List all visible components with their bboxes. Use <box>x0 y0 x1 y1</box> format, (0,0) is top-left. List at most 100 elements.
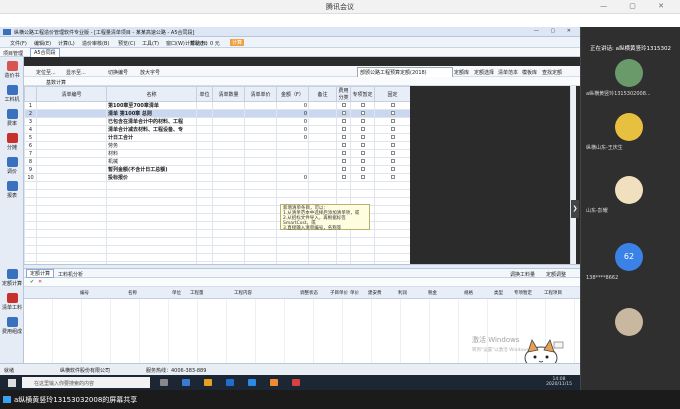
col-header-code[interactable]: 清单编号 <box>36 86 107 102</box>
task-view-icon[interactable] <box>160 379 168 386</box>
row-qty[interactable] <box>212 157 245 166</box>
quota-lib-button[interactable]: 定额库 <box>454 69 469 76</box>
col-header-unit[interactable]: 单位 <box>196 86 213 102</box>
col-header-remark[interactable]: 备注 <box>308 86 337 102</box>
row-price[interactable] <box>244 101 277 110</box>
row-code[interactable] <box>36 117 107 126</box>
row-name[interactable]: 计日工合计 <box>106 133 197 142</box>
row-code[interactable] <box>36 149 107 158</box>
row-name[interactable]: 暂列金额(不含计日工总额) <box>106 165 197 174</box>
sidebar-item-rate[interactable]: 费率 <box>1 107 23 131</box>
explorer-icon[interactable] <box>204 379 212 386</box>
menu-window[interactable]: 窗口(W) <box>166 40 185 47</box>
row-cost-type-checkbox[interactable] <box>336 125 351 134</box>
sidebar-item-allocate[interactable]: 分摊 <box>1 131 23 155</box>
row-name[interactable]: 劳务 <box>106 141 197 150</box>
col-header-fixed[interactable]: 固定 <box>374 86 410 102</box>
table-row[interactable]: 3 已包含在清单合计中的材料、工程 0 <box>24 117 410 126</box>
row-qty[interactable] <box>212 133 245 142</box>
zongheng-taskbar-icon[interactable] <box>292 379 300 386</box>
participant-tile[interactable] <box>580 302 680 346</box>
row-number[interactable]: 4 <box>24 125 37 134</box>
table-row[interactable]: 5 计日工合计 0 <box>24 133 410 142</box>
row-name[interactable]: 投标报价 <box>106 173 197 182</box>
row-name[interactable]: 第100章至700章清单 <box>106 101 197 110</box>
row-price[interactable] <box>244 117 277 126</box>
row-number[interactable]: 10 <box>24 173 37 182</box>
confirm-icon[interactable]: ✔ <box>30 279 34 285</box>
col-header-special[interactable]: 专项暂定 <box>350 86 375 102</box>
row-cost-type-checkbox[interactable] <box>336 109 351 118</box>
row-amount[interactable]: 0 <box>276 117 309 126</box>
edge-icon[interactable] <box>182 379 190 386</box>
row-number[interactable]: 6 <box>24 141 37 150</box>
row-unit[interactable] <box>196 149 213 158</box>
table-row[interactable]: 9 暂列金额(不含计日工总额) <box>24 165 410 174</box>
row-unit[interactable] <box>196 117 213 126</box>
row-special-checkbox[interactable] <box>350 149 375 158</box>
row-number[interactable]: 7 <box>24 149 37 158</box>
template-lib-button[interactable]: 模板库 <box>522 69 537 76</box>
row-number[interactable]: 8 <box>24 157 37 166</box>
row-qty[interactable] <box>212 149 245 158</box>
row-unit[interactable] <box>196 173 213 182</box>
row-price[interactable] <box>244 141 277 150</box>
participant-tile[interactable]: a纵横黄竖玲1315302008... <box>580 53 680 97</box>
row-code[interactable] <box>36 109 107 118</box>
row-name[interactable]: 已包含在清单合计中的材料、工程 <box>106 117 197 126</box>
row-cost-type-checkbox[interactable] <box>336 173 351 182</box>
table-row[interactable]: 2 清单 第100章 总则 0 <box>24 109 410 118</box>
row-number[interactable]: 5 <box>24 133 37 142</box>
start-icon[interactable] <box>8 379 16 387</box>
menu-preview[interactable]: 预览(C) <box>118 40 135 47</box>
menu-file[interactable]: 文件(F) <box>10 40 27 47</box>
row-special-checkbox[interactable] <box>350 133 375 142</box>
row-fixed-checkbox[interactable] <box>374 173 410 182</box>
table-row[interactable]: 7 材料 <box>24 149 410 158</box>
menu-edit[interactable]: 编辑(E) <box>34 40 51 47</box>
row-name[interactable]: 机械 <box>106 157 197 166</box>
sidebar-item-report[interactable]: 报表 <box>1 179 23 203</box>
meeting-window-controls[interactable]: — ▢ ✕ <box>600 2 674 10</box>
row-fixed-checkbox[interactable] <box>374 157 410 166</box>
row-special-checkbox[interactable] <box>350 141 375 150</box>
table-row[interactable]: 1 第100章至700章清单 0 <box>24 101 410 110</box>
table-row[interactable]: 10 投标报价 0 <box>24 173 410 182</box>
row-amount[interactable]: 0 <box>276 133 309 142</box>
find-quota-button[interactable]: 查找定额 <box>542 69 562 76</box>
row-code[interactable] <box>36 165 107 174</box>
row-remark[interactable] <box>308 117 337 126</box>
row-number[interactable]: 2 <box>24 109 37 118</box>
row-special-checkbox[interactable] <box>350 173 375 182</box>
row-amount[interactable] <box>276 157 309 166</box>
row-amount[interactable]: 0 <box>276 109 309 118</box>
row-qty[interactable] <box>212 125 245 134</box>
swap-material-button[interactable]: 调换工料量 <box>510 271 535 278</box>
tab-project-manage[interactable]: 项目管理 <box>0 50 26 57</box>
row-amount[interactable]: 0 <box>276 173 309 182</box>
row-unit[interactable] <box>196 133 213 142</box>
row-remark[interactable] <box>308 165 337 174</box>
row-fixed-checkbox[interactable] <box>374 165 410 174</box>
row-price[interactable] <box>244 165 277 174</box>
switch-code-button[interactable]: 切换编号 <box>108 69 128 76</box>
table-row[interactable]: 4 清单合计减去材料、工程设备、专 0 <box>24 125 410 134</box>
row-cost-type-checkbox[interactable] <box>336 101 351 110</box>
row-name[interactable]: 清单 第100章 总则 <box>106 109 197 118</box>
row-price[interactable] <box>244 133 277 142</box>
tab-material-analysis[interactable]: 工料机分析 <box>58 271 83 278</box>
row-special-checkbox[interactable] <box>350 157 375 166</box>
row-code[interactable] <box>36 133 107 142</box>
row-unit[interactable] <box>196 157 213 166</box>
sidebar-item-adjust[interactable]: 调价 <box>1 155 23 179</box>
taskbar-search-input[interactable]: 在这里输入你要搜索的内容 <box>22 377 150 388</box>
row-qty[interactable] <box>212 141 245 150</box>
tab-a5-contract[interactable]: A5合同段 <box>30 48 60 57</box>
row-special-checkbox[interactable] <box>350 101 375 110</box>
row-special-checkbox[interactable] <box>350 125 375 134</box>
tab-quota-calc[interactable]: 定额计算 <box>26 269 55 278</box>
row-special-checkbox[interactable] <box>350 109 375 118</box>
row-qty[interactable] <box>212 109 245 118</box>
row-remark[interactable] <box>308 149 337 158</box>
row-cost-type-checkbox[interactable] <box>336 141 351 150</box>
